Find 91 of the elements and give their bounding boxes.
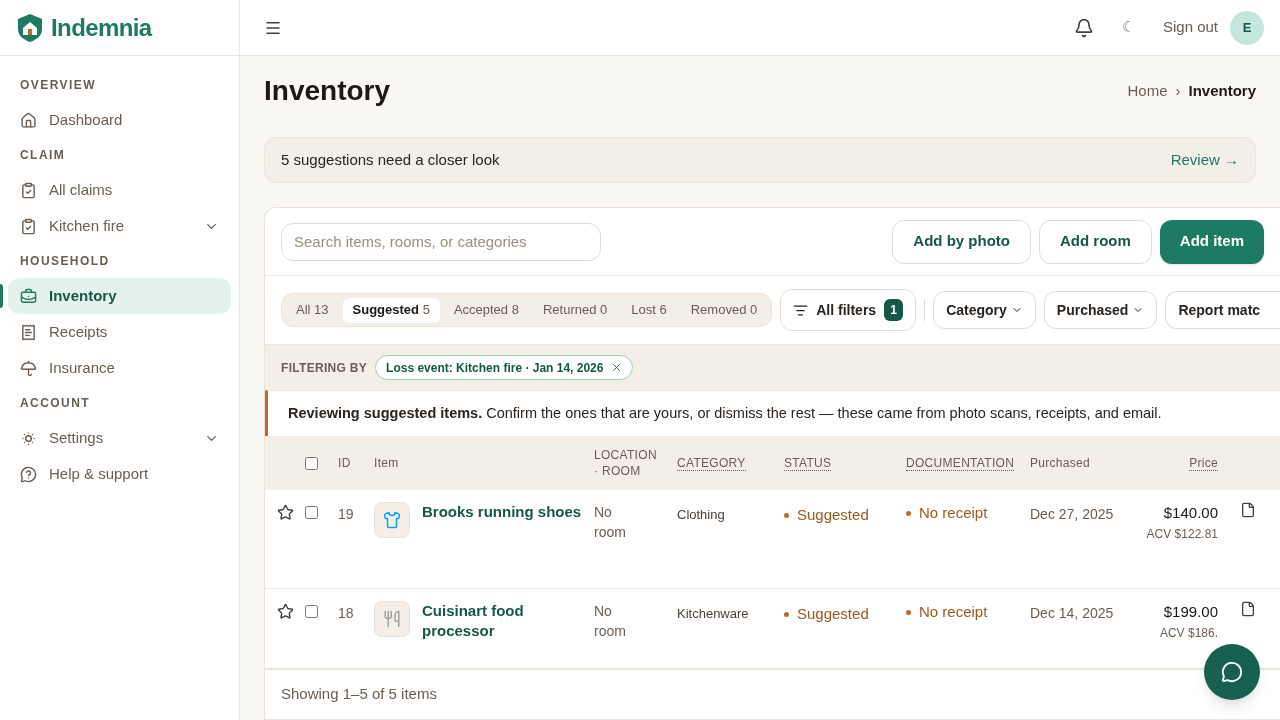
notice-text: 5 suggestions need a closer look bbox=[281, 149, 501, 170]
column-header[interactable]: DOCUMENTATION bbox=[906, 456, 1015, 471]
sidebar-item[interactable]: Dashboard bbox=[8, 102, 231, 138]
status-text: Suggested bbox=[797, 505, 869, 525]
sidebar-item[interactable]: Receipts bbox=[8, 314, 231, 350]
status-tab[interactable]: All 13 bbox=[286, 297, 339, 323]
breadcrumb-item: Inventory bbox=[1188, 80, 1256, 101]
filter-dropdown[interactable]: Purchased bbox=[1043, 291, 1158, 329]
filter-dropdown[interactable]: Report matc bbox=[1165, 291, 1280, 329]
document-icon[interactable] bbox=[1240, 601, 1256, 618]
status-tab[interactable]: Lost 6 bbox=[621, 297, 677, 323]
price-text: $199.00 bbox=[1163, 602, 1218, 623]
briefcase-icon bbox=[20, 287, 37, 305]
all-filters-button[interactable]: All filters 1 bbox=[780, 289, 917, 331]
column-header[interactable]: CATEGORY bbox=[677, 456, 746, 471]
pagination-summary: Showing 1–5 of 5 items bbox=[281, 684, 437, 705]
status-tab[interactable]: Accepted 8 bbox=[443, 297, 529, 323]
status-tab[interactable]: Returned 0 bbox=[532, 297, 618, 323]
location-text: No room bbox=[594, 503, 627, 542]
purchase-date: Dec 27, 2025 bbox=[1030, 506, 1114, 522]
notification-bell-icon[interactable] bbox=[1073, 17, 1094, 38]
star-icon[interactable] bbox=[277, 504, 294, 521]
column-header[interactable]: STATUS bbox=[784, 456, 832, 471]
utensils-icon bbox=[383, 610, 401, 629]
column-header: Item bbox=[374, 456, 399, 471]
star-icon[interactable] bbox=[277, 603, 294, 621]
user-avatar[interactable]: E bbox=[1230, 10, 1264, 45]
receipt-icon bbox=[20, 323, 37, 341]
sidebar-item[interactable]: All claims bbox=[8, 172, 231, 208]
row-checkbox[interactable] bbox=[305, 605, 318, 619]
page-title: Inventory bbox=[264, 74, 392, 108]
sidebar-item[interactable]: Settings bbox=[8, 420, 231, 456]
section-heading: HOUSEHOLD bbox=[19, 253, 111, 270]
documentation-text: No receipt bbox=[919, 503, 988, 523]
status-tab[interactable]: Suggested 5 bbox=[342, 297, 440, 323]
settings-icon bbox=[20, 429, 37, 447]
breadcrumb-item[interactable]: Home bbox=[1127, 79, 1168, 103]
document-icon[interactable] bbox=[1240, 502, 1256, 518]
purchase-date: Dec 14, 2025 bbox=[1030, 605, 1114, 622]
location-text: No room bbox=[594, 602, 627, 642]
filter-dropdown[interactable]: Category bbox=[933, 291, 1036, 329]
column-header[interactable]: Price bbox=[1189, 456, 1218, 471]
shirt-icon bbox=[383, 511, 401, 529]
sign-out-link[interactable]: Sign out bbox=[1162, 16, 1218, 39]
section-heading: OVERVIEW bbox=[19, 77, 97, 94]
category-text: Kitchenware bbox=[677, 606, 749, 622]
filter-count-badge: 1 bbox=[884, 299, 904, 321]
acv-text: ACV $186. bbox=[1159, 624, 1218, 642]
filter-icon bbox=[793, 302, 809, 318]
table-row[interactable]: 19 Brooks running shoes No room Clothing Suggested No receipt Dec 27, 2025 $140.00 ACV $122.81 bbox=[265, 490, 1280, 590]
documentation-text: No receipt bbox=[919, 602, 988, 623]
sidebar-item[interactable]: Kitchen fire bbox=[8, 208, 231, 244]
sidebar-item[interactable]: Insurance bbox=[8, 350, 231, 386]
status-text: Suggested bbox=[797, 604, 869, 625]
help-icon bbox=[20, 465, 37, 483]
section-heading: CLAIM bbox=[19, 147, 67, 164]
logo-icon bbox=[17, 12, 43, 43]
column-header: LOCATION · ROOM bbox=[594, 446, 658, 480]
primary-button[interactable]: Add item bbox=[1159, 219, 1264, 264]
breadcrumb-separator: › bbox=[1175, 80, 1181, 101]
clipboard-icon bbox=[20, 217, 37, 235]
filtering-label: FILTERING BY bbox=[281, 359, 368, 377]
sidebar-item[interactable]: Inventory bbox=[8, 278, 231, 314]
clipboard-icon bbox=[20, 181, 37, 199]
home-icon bbox=[20, 111, 37, 129]
row-checkbox[interactable] bbox=[305, 506, 318, 519]
chat-icon bbox=[1221, 661, 1243, 683]
item-id: 19 bbox=[338, 506, 354, 522]
theme-toggle[interactable]: ☾ bbox=[1121, 16, 1135, 39]
item-id: 18 bbox=[338, 605, 354, 622]
review-message: Reviewing suggested items. Confirm the ones that are yours, or dismiss the rest — these came from photo scans, receipts, and email. bbox=[288, 403, 1162, 423]
review-link[interactable]: Review → bbox=[1170, 148, 1239, 172]
sidebar-item[interactable]: Help & support bbox=[8, 456, 231, 492]
active-indicator bbox=[0, 284, 3, 308]
acv-text: ACV $122.81 bbox=[1146, 525, 1218, 543]
secondary-button[interactable]: Add room bbox=[1039, 219, 1152, 264]
remove-icon[interactable] bbox=[611, 362, 623, 373]
umbrella-icon bbox=[20, 359, 37, 377]
category-text: Clothing bbox=[677, 507, 725, 522]
item-name-link[interactable]: Cuisinart food processor bbox=[422, 601, 586, 642]
select-all-checkbox[interactable] bbox=[305, 456, 318, 470]
column-header: ID bbox=[338, 456, 351, 471]
search-field[interactable]: Search items, rooms, or categories bbox=[281, 222, 601, 261]
secondary-button[interactable]: Add by photo bbox=[892, 219, 1031, 264]
brand-name: Indemnia bbox=[51, 12, 152, 43]
column-header: Purchased bbox=[1030, 456, 1091, 471]
status-tab[interactable]: Removed 0 bbox=[680, 297, 768, 323]
section-heading: ACCOUNT bbox=[19, 395, 92, 412]
item-name-link[interactable]: Brooks running shoes bbox=[422, 502, 582, 522]
price-text: $140.00 bbox=[1163, 503, 1218, 523]
filter-chip[interactable]: Loss event: Kitchen fire · Jan 14, 2026 bbox=[375, 355, 634, 380]
